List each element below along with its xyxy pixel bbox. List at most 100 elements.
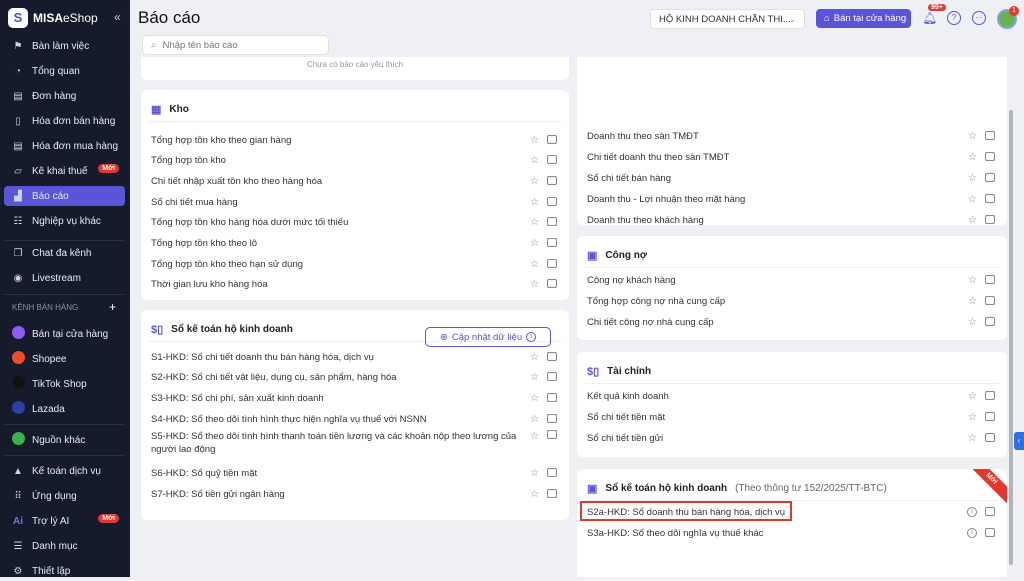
preview-icon[interactable] <box>547 392 557 402</box>
star-icon[interactable]: ☆ <box>968 194 977 205</box>
star-icon[interactable]: ☆ <box>530 430 539 443</box>
add-channel-button[interactable]: + <box>109 300 116 314</box>
sidebar-item[interactable]: Bán tại cửa hàng <box>4 324 125 344</box>
store-select[interactable]: HỘ KINH DOANH CHẦN THI... ⌄ <box>650 9 805 29</box>
star-icon[interactable]: ☆ <box>530 372 539 383</box>
report-item[interactable]: Công nợ khách hàng ☆ <box>587 270 997 290</box>
star-icon[interactable]: ☆ <box>530 414 539 425</box>
info-icon[interactable]: i <box>967 528 977 538</box>
help-icon[interactable]: ? <box>947 11 961 25</box>
sidebar-item[interactable]: ⠿ Ứng dụng <box>4 486 125 506</box>
report-item[interactable]: Kết quả kinh doanh ☆ <box>587 386 997 406</box>
star-icon[interactable]: ☆ <box>968 391 977 402</box>
logo[interactable]: S MISAeShop <box>8 8 98 28</box>
star-icon[interactable]: ☆ <box>530 238 539 249</box>
info-icon[interactable]: i <box>967 507 977 517</box>
star-icon[interactable]: ☆ <box>530 176 539 187</box>
report-item[interactable]: S3a-HKD: Sổ theo dõi nghĩa vụ thuế khác i <box>587 523 997 543</box>
report-item[interactable]: Chi tiết doanh thu theo sàn TMĐT ☆ <box>587 147 997 167</box>
preview-icon[interactable] <box>547 489 557 498</box>
preview-icon[interactable] <box>547 468 557 478</box>
star-icon[interactable]: ☆ <box>968 215 977 226</box>
report-item[interactable]: S1-HKD: Sổ chi tiết doanh thu bán hàng h… <box>151 347 559 367</box>
report-item[interactable]: Chi tiết công nợ nhà cung cấp ☆ <box>587 312 997 332</box>
preview-icon[interactable] <box>985 528 995 537</box>
preview-icon[interactable] <box>547 217 557 227</box>
preview-icon[interactable] <box>547 279 557 289</box>
star-icon[interactable]: ☆ <box>530 197 539 208</box>
preview-icon[interactable] <box>985 214 995 224</box>
preview-icon[interactable] <box>985 193 995 203</box>
sidebar-item[interactable]: ◉ Livestream <box>4 268 125 288</box>
report-item[interactable]: Sổ chi tiết tiền mặt ☆ <box>587 407 997 427</box>
report-item[interactable]: Tổng hợp tồn kho hàng hóa dưới mức tối t… <box>151 213 559 233</box>
report-item[interactable]: Doanh thu - Lợi nhuận theo mặt hàng ☆ <box>587 189 997 209</box>
sidebar-item[interactable]: TikTok Shop <box>4 374 125 394</box>
star-icon[interactable]: ☆ <box>968 433 977 444</box>
star-icon[interactable]: ☆ <box>530 259 539 270</box>
preview-icon[interactable] <box>985 411 995 421</box>
star-icon[interactable]: ☆ <box>968 296 977 307</box>
preview-icon[interactable] <box>985 390 995 400</box>
report-item[interactable]: Tổng hợp tồn kho theo gian hàng ☆ <box>151 130 559 150</box>
star-icon[interactable]: ☆ <box>530 217 539 228</box>
report-item[interactable]: Doanh thu theo khách hàng ☆ <box>587 210 997 225</box>
sidebar-item[interactable]: Lazada <box>4 399 125 419</box>
star-icon[interactable]: ☆ <box>530 279 539 290</box>
preview-icon[interactable] <box>547 175 557 185</box>
collapse-sidebar-button[interactable]: « <box>114 10 121 24</box>
preview-icon[interactable] <box>547 134 557 144</box>
report-item[interactable]: Tổng hợp tồn kho theo lô ☆ <box>151 234 559 254</box>
preview-icon[interactable] <box>985 316 995 326</box>
report-item[interactable]: S5-HKD: Sổ theo dõi tình hình thanh toán… <box>151 429 559 462</box>
sidebar-item[interactable]: ▤ Đơn hàng <box>4 86 125 106</box>
bell-icon[interactable]: 🔔︎ <box>922 11 937 25</box>
preview-icon[interactable] <box>547 238 557 247</box>
star-icon[interactable]: ☆ <box>968 131 977 142</box>
sidebar-item[interactable]: ☷ Nghiệp vụ khác <box>4 211 125 231</box>
more-icon[interactable]: ··· <box>972 11 986 25</box>
preview-icon[interactable] <box>547 413 557 423</box>
update-data-button[interactable]: ⊕ Cập nhật dữ liệu i <box>425 327 551 347</box>
sidebar-item[interactable]: Shopee <box>4 349 125 369</box>
star-icon[interactable]: ☆ <box>530 352 539 363</box>
report-item[interactable]: S4-HKD: Sổ theo dõi tình hình thực hiện … <box>151 409 559 429</box>
sidebar-item[interactable]: ▟ Báo cáo <box>4 186 125 206</box>
sidebar-item[interactable]: ☰ Danh mục <box>4 536 125 556</box>
preview-icon[interactable] <box>547 429 557 439</box>
preview-icon[interactable] <box>985 151 995 161</box>
scrollbar[interactable] <box>1009 110 1013 565</box>
report-item[interactable]: S3-HKD: Sổ chi phí, sản xuất kinh doanh ☆ <box>151 388 559 408</box>
report-item[interactable]: S2a-HKD: Sổ doanh thu bán hàng hóa, dịch… <box>587 502 997 522</box>
search-input[interactable] <box>162 39 313 51</box>
report-item[interactable]: S6-HKD: Sổ quỹ tiền mặt ☆ <box>151 464 559 484</box>
preview-icon[interactable] <box>985 274 995 284</box>
star-icon[interactable]: ☆ <box>530 135 539 146</box>
sidebar-item[interactable]: Nguồn khác <box>4 430 125 450</box>
star-icon[interactable]: ☆ <box>968 412 977 423</box>
star-icon[interactable]: ☆ <box>530 393 539 404</box>
sidebar-item[interactable]: ❐ Chat đa kênh <box>4 243 125 263</box>
preview-icon[interactable] <box>985 295 995 305</box>
sidebar-item[interactable]: ⚙ Thiết lập <box>4 561 125 581</box>
star-icon[interactable]: ☆ <box>968 317 977 328</box>
report-item[interactable]: Doanh thu theo sàn TMĐT ☆ <box>587 126 997 146</box>
report-item[interactable]: Tổng hợp tồn kho theo hạn sử dụng ☆ <box>151 254 559 274</box>
report-item[interactable]: Sổ chi tiết bán hàng ☆ <box>587 168 997 188</box>
preview-icon[interactable] <box>985 172 995 182</box>
report-item[interactable]: Sổ chi tiết mua hàng ☆ <box>151 192 559 212</box>
star-icon[interactable]: ☆ <box>968 173 977 184</box>
preview-icon[interactable] <box>985 432 995 442</box>
star-icon[interactable]: ☆ <box>530 489 539 500</box>
report-item[interactable]: Tổng hợp công nợ nhà cung cấp ☆ <box>587 291 997 311</box>
search-box[interactable]: ⌕ <box>142 35 329 55</box>
report-item[interactable]: Tổng hợp tồn kho ☆ <box>151 151 559 171</box>
sidebar-item[interactable]: ▱ Kê khai thuế Mới <box>4 161 125 181</box>
sidebar-item[interactable]: ▯ Hóa đơn bán hàng <box>4 111 125 131</box>
sidebar-item[interactable]: ▲ Kế toán dịch vụ <box>4 461 125 481</box>
report-item[interactable]: Chi tiết nhập xuất tồn kho theo hàng hóa… <box>151 171 559 191</box>
preview-icon[interactable] <box>547 372 557 382</box>
preview-icon[interactable] <box>985 507 995 516</box>
report-item[interactable]: Thời gian lưu kho hàng hóa ☆ <box>151 275 559 295</box>
preview-icon[interactable] <box>985 130 995 140</box>
